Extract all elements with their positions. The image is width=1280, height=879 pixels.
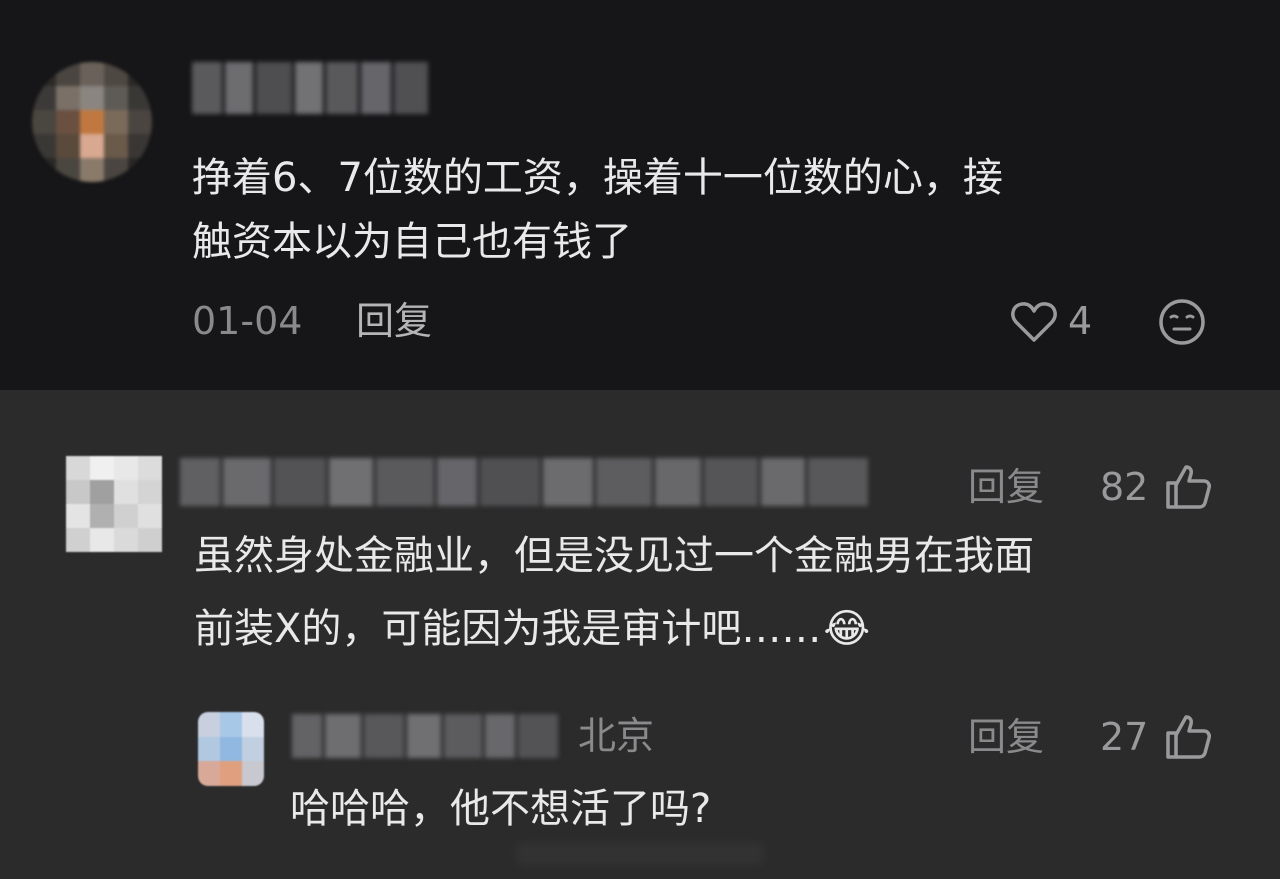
like-count: 27 (1100, 715, 1149, 759)
comment-text: 哈哈哈，他不想活了吗? (290, 786, 712, 832)
like-button[interactable] (1008, 296, 1060, 348)
top-comment-panel: 挣着6、7位数的工资，操着十一位数的心，接 触资本以为自己也有钱了 01-04 … (0, 0, 1280, 390)
comment-text-line-1: 虽然身处金融业，但是没见过一个金融男在我面 (194, 533, 1034, 579)
avatar[interactable] (66, 456, 162, 552)
reply-button[interactable]: 回复 (356, 299, 432, 343)
username-redacted[interactable] (192, 62, 432, 114)
username-redacted[interactable] (180, 458, 900, 506)
thumbs-up-outline-icon (1166, 465, 1211, 509)
neutral-face-icon (1159, 299, 1205, 345)
like-count: 4 (1068, 299, 1093, 343)
comment-text-line-2: 前装X的，可能因为我是审计吧……😂 (194, 597, 870, 661)
comment-date: 01-04 (192, 299, 303, 343)
laughing-tears-emoji: 😂 (823, 606, 871, 652)
location-label: 北京 (578, 714, 655, 758)
like-button[interactable] (1162, 461, 1214, 513)
comment-text-body: 前装X的，可能因为我是审计吧…… (194, 606, 822, 652)
avatar[interactable] (32, 62, 152, 182)
reply-button[interactable]: 回复 (968, 465, 1044, 509)
watermark (515, 843, 765, 865)
like-count: 82 (1100, 465, 1149, 509)
avatar[interactable] (198, 712, 264, 786)
comment-text-line-2: 触资本以为自己也有钱了 (192, 219, 632, 265)
reply-button[interactable]: 回复 (968, 715, 1044, 759)
emoji-reaction-button[interactable] (1156, 296, 1208, 348)
comment-text-line-1: 挣着6、7位数的工资，操着十一位数的心，接 (192, 155, 1003, 201)
comment-thread: 挣着6、7位数的工资，操着十一位数的心，接 触资本以为自己也有钱了 01-04 … (0, 0, 1280, 879)
heart-outline-icon (1011, 302, 1057, 342)
like-button[interactable] (1162, 711, 1214, 763)
username-redacted[interactable] (292, 714, 562, 758)
thumbs-up-outline-icon (1166, 715, 1211, 759)
